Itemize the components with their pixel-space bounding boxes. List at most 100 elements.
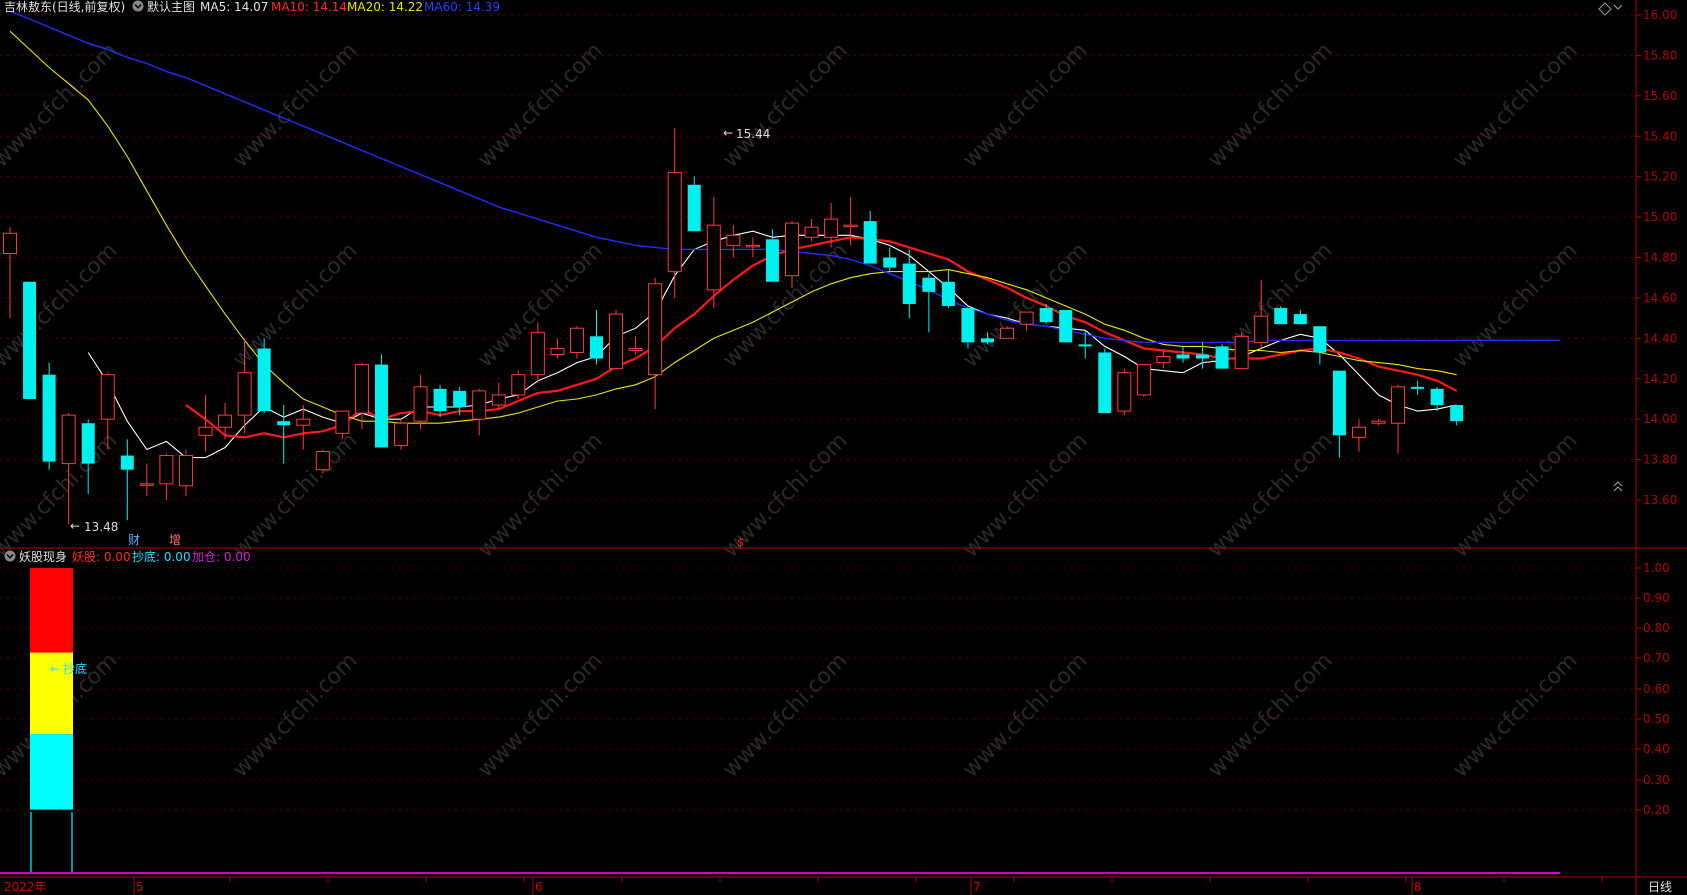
candle[interactable]: [511, 370, 526, 399]
candle[interactable]: [569, 326, 584, 359]
candle[interactable]: [648, 277, 663, 410]
candle-body-down: [961, 308, 975, 343]
candle-body-down: [374, 364, 388, 448]
low-value: 13.48: [84, 520, 118, 534]
candle[interactable]: [394, 419, 408, 450]
candle[interactable]: [139, 463, 154, 496]
candle[interactable]: [1176, 346, 1190, 363]
candle[interactable]: [491, 382, 506, 410]
indicator-name[interactable]: 妖股现身: [19, 549, 67, 564]
candle[interactable]: [745, 237, 760, 258]
chevron-icon[interactable]: [1613, 4, 1623, 10]
candle[interactable]: [296, 405, 311, 450]
candle[interactable]: [277, 405, 291, 464]
candle[interactable]: [550, 338, 565, 359]
candle-body-up: [1391, 386, 1406, 424]
candle[interactable]: [218, 403, 233, 440]
y-axis-label: 14.80: [1643, 251, 1677, 265]
stock-title[interactable]: 吉林敖东(日线,前复权): [4, 0, 125, 14]
y-axis-label: 14.00: [1643, 412, 1677, 426]
candle-body-down: [1078, 344, 1092, 347]
candle[interactable]: [1351, 419, 1366, 452]
candle[interactable]: [1117, 368, 1132, 416]
candle[interactable]: [726, 225, 741, 258]
candle-body-up: [1156, 356, 1171, 364]
y-axis-label: 14.60: [1643, 291, 1677, 305]
candle[interactable]: [628, 336, 643, 355]
candle[interactable]: [1098, 348, 1112, 414]
candle[interactable]: [1039, 303, 1053, 325]
candle[interactable]: [687, 176, 701, 232]
candle[interactable]: [433, 384, 447, 418]
candle[interactable]: [961, 308, 975, 349]
watermark-text: www.cfchi.com: [1203, 648, 1337, 782]
candle[interactable]: [42, 362, 56, 470]
candle[interactable]: [1059, 310, 1073, 343]
watermark-text: www.cfchi.com: [1203, 38, 1337, 172]
candle[interactable]: [374, 354, 388, 448]
candle[interactable]: [941, 269, 955, 309]
candle-body-up: [843, 224, 858, 228]
candle[interactable]: [1411, 380, 1425, 395]
candle[interactable]: [1430, 386, 1444, 412]
candle[interactable]: [922, 273, 936, 333]
watermark-text: www.cfchi.com: [718, 648, 852, 782]
candle-body-up: [472, 390, 487, 420]
candle[interactable]: [1000, 326, 1015, 339]
candle[interactable]: [120, 439, 134, 521]
candle[interactable]: [530, 322, 545, 383]
candle[interactable]: [667, 128, 682, 298]
candle[interactable]: [315, 449, 330, 474]
indicator-axis-label: 0.60: [1643, 682, 1670, 696]
candle-body-down: [1313, 326, 1327, 353]
low-annotation: ← 13.48: [70, 519, 118, 534]
candle-body-down: [590, 336, 603, 359]
candle[interactable]: [804, 219, 819, 242]
stock-chart[interactable]: www.cfchi.com www.cfchi.com www.cfchi.com w…: [0, 0, 1687, 895]
watermark-text: www.cfchi.com: [0, 428, 123, 562]
indicator-settings-icon[interactable]: [4, 550, 16, 562]
chart-name[interactable]: 默认主图: [147, 0, 195, 14]
candle-body-up: [648, 283, 663, 376]
candle[interactable]: [1234, 332, 1249, 370]
candle-body-down: [453, 390, 467, 408]
candle-body-down: [1215, 346, 1229, 369]
candle[interactable]: [590, 310, 603, 365]
candle[interactable]: [1215, 344, 1229, 369]
candle[interactable]: [883, 247, 897, 272]
candle[interactable]: [178, 449, 193, 496]
candle[interactable]: [1371, 419, 1386, 426]
candle[interactable]: [1156, 350, 1171, 369]
chaodi-arrow: ←: [50, 662, 60, 676]
zeng-marker[interactable]: 增: [169, 533, 181, 547]
candle[interactable]: [413, 374, 428, 430]
candle[interactable]: [257, 338, 271, 414]
candle[interactable]: [609, 310, 624, 370]
candle[interactable]: [1274, 306, 1288, 325]
candle-body-down: [42, 374, 56, 462]
candle[interactable]: [1019, 311, 1034, 331]
candle[interactable]: [1136, 364, 1151, 397]
watermark-text: www.cfchi.com: [0, 238, 123, 372]
candle-body-down: [433, 388, 447, 412]
candle-body-down: [1430, 388, 1444, 406]
candle[interactable]: [1313, 326, 1327, 365]
dollar-marker[interactable]: $: [737, 536, 744, 549]
diamond-icon[interactable]: [1598, 2, 1612, 16]
watermark-text: www.cfchi.com: [958, 238, 1092, 372]
collapse-icon[interactable]: [1613, 481, 1623, 492]
candle[interactable]: [1450, 405, 1464, 426]
candle[interactable]: [3, 227, 17, 319]
candle[interactable]: [863, 211, 877, 264]
cai-marker[interactable]: 财: [128, 533, 140, 547]
top-right-controls[interactable]: [1598, 2, 1623, 492]
candle[interactable]: [23, 281, 37, 399]
candle-body-up: [804, 226, 819, 238]
candle[interactable]: [1391, 384, 1406, 454]
candle[interactable]: [159, 453, 174, 500]
candle[interactable]: [472, 388, 487, 436]
candle-body-up: [413, 386, 428, 422]
period-label[interactable]: 日线: [1648, 880, 1672, 894]
candle[interactable]: [1293, 310, 1307, 325]
settings-icon[interactable]: [132, 0, 144, 12]
